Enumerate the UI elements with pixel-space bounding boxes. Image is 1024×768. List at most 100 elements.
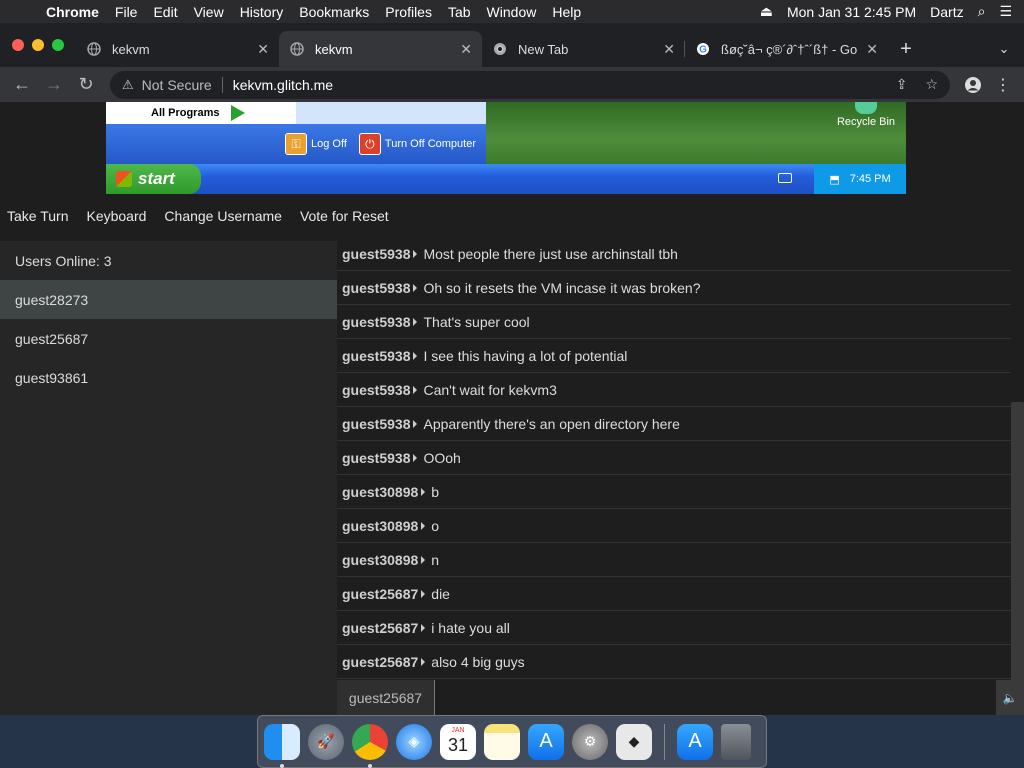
menu-bookmarks[interactable]: Bookmarks xyxy=(291,4,377,20)
close-window-button[interactable] xyxy=(12,39,24,51)
chat-text: n xyxy=(431,551,440,568)
chat-message: guest25687 also 4 big guys xyxy=(337,645,1011,679)
chat-text: b xyxy=(431,483,440,500)
profile-avatar-icon[interactable] xyxy=(958,71,988,99)
address-bar[interactable]: ⚠ Not Secure kekvm.glitch.me ⇪ ☆ xyxy=(110,70,950,99)
url-text[interactable]: kekvm.glitch.me xyxy=(233,77,333,93)
minimize-window-button[interactable] xyxy=(32,39,44,51)
back-arrow-icon[interactable]: ← xyxy=(6,71,38,99)
browser-tab[interactable]: G ßøç˘â¬ ç®´∂ˆ†ˆ´ß† - Go ✕ xyxy=(685,31,888,67)
vote-reset-button[interactable]: Vote for Reset xyxy=(300,208,389,230)
launchpad-icon[interactable]: 🚀 xyxy=(308,723,344,760)
change-username-button[interactable]: Change Username xyxy=(164,208,282,230)
chrome-app-icon[interactable] xyxy=(352,723,388,768)
chat-input[interactable] xyxy=(434,680,996,715)
security-label[interactable]: Not Secure xyxy=(142,77,212,93)
chat-message: guest30898 o xyxy=(337,509,1011,543)
caret-right-icon xyxy=(413,317,418,326)
menu-history[interactable]: History xyxy=(232,4,292,20)
forward-arrow-icon[interactable]: → xyxy=(38,71,70,99)
chat-username: guest5938 xyxy=(342,415,411,432)
reload-icon[interactable]: ↻ xyxy=(70,71,102,99)
tab-close-icon[interactable]: ✕ xyxy=(460,41,472,58)
menu-tab[interactable]: Tab xyxy=(440,4,479,20)
chat-username: guest5938 xyxy=(342,381,411,398)
share-icon[interactable]: ⇪ xyxy=(896,76,908,93)
menu-file[interactable]: File xyxy=(107,4,146,20)
control-center-icon[interactable]: ☰ xyxy=(999,3,1012,20)
tab-title: kekvm xyxy=(315,41,353,57)
keyboard-button[interactable]: Keyboard xyxy=(86,208,146,230)
spotlight-search-icon[interactable]: ⌕ xyxy=(978,3,986,20)
chat-text: Can't wait for kekvm3 xyxy=(423,381,557,398)
tab-strip: kekvm ✕ kekvm ✕ New Tab ✕ G ßøç˘â¬ ç®´∂ˆ… xyxy=(0,23,1024,67)
take-turn-button[interactable]: Take Turn xyxy=(7,208,68,230)
vm-start-menu: All Programs ⚿ Log Off ⏻ Turn Off Comput… xyxy=(106,102,486,164)
menu-profiles[interactable]: Profiles xyxy=(377,4,440,20)
more-menu-icon[interactable]: ⋮ xyxy=(988,71,1018,99)
menu-help[interactable]: Help xyxy=(544,4,589,20)
roblox-icon[interactable]: ◆ xyxy=(616,723,652,760)
recycle-bin-icon[interactable]: Recycle Bin xyxy=(836,102,896,128)
turn-off-label: Turn Off Computer xyxy=(384,138,476,150)
menubar-datetime[interactable]: Mon Jan 31 2:45 PM xyxy=(787,4,916,20)
menubar-user[interactable]: Dartz xyxy=(930,4,963,20)
menu-edit[interactable]: Edit xyxy=(145,4,185,20)
tab-close-icon[interactable]: ✕ xyxy=(663,41,675,58)
turn-off-button[interactable]: ⏻ Turn Off Computer xyxy=(358,133,476,155)
globe-icon xyxy=(289,41,305,57)
calendar-month: JAN xyxy=(451,727,465,734)
keyboard-icon[interactable] xyxy=(778,173,792,183)
browser-tab[interactable]: kekvm ✕ xyxy=(76,31,279,67)
chat-message: guest25687 i hate you all xyxy=(337,611,1011,645)
app-store-icon[interactable]: A xyxy=(528,723,564,760)
key-icon: ⚿ xyxy=(285,133,308,155)
caret-right-icon xyxy=(421,657,426,666)
caret-right-icon xyxy=(421,487,426,496)
all-programs-item[interactable]: All Programs xyxy=(106,102,296,124)
menu-app-name[interactable]: Chrome xyxy=(40,4,107,20)
eject-icon[interactable]: ⏏ xyxy=(760,3,773,20)
browser-tab-active[interactable]: kekvm ✕ xyxy=(279,31,482,67)
tab-close-icon[interactable]: ✕ xyxy=(257,41,269,58)
start-menu-footer: ⚿ Log Off ⏻ Turn Off Computer xyxy=(106,124,486,164)
tab-title: New Tab xyxy=(518,41,569,57)
chat-message: guest5938 Can't wait for kekvm3 xyxy=(337,373,1011,407)
finder-icon[interactable] xyxy=(264,723,300,768)
macos-menu-bar: Chrome File Edit View History Bookmarks … xyxy=(0,0,1024,23)
chat-username: guest25687 xyxy=(342,585,419,602)
bookmark-star-icon[interactable]: ☆ xyxy=(925,76,938,93)
vm-start-button[interactable]: start xyxy=(106,164,201,194)
user-list-item[interactable]: guest25687 xyxy=(0,319,337,358)
globe-icon xyxy=(86,41,102,57)
chat-username: guest30898 xyxy=(342,551,419,568)
notes-icon[interactable] xyxy=(484,723,520,760)
caret-right-icon xyxy=(421,623,426,632)
speaker-icon[interactable]: 🔈 xyxy=(996,680,1024,715)
system-preferences-icon[interactable]: ⚙ xyxy=(572,723,608,760)
tab-search-chevron-icon[interactable]: ⌄ xyxy=(984,31,1024,67)
app-store-downloads-icon[interactable]: A xyxy=(677,723,713,760)
chat-text: die xyxy=(431,585,450,602)
vm-screen[interactable]: Recycle Bin All Programs ⚿ Log Off ⏻ Tur… xyxy=(106,102,906,194)
browser-tab[interactable]: New Tab ✕ xyxy=(482,31,685,67)
menu-window[interactable]: Window xyxy=(479,4,545,20)
macos-dock: 🚀 ◈ JAN 31 A ⚙ ◆ A xyxy=(257,715,767,768)
network-icon[interactable]: ⬒ xyxy=(829,173,839,186)
start-menu-right-column xyxy=(296,102,486,124)
chat-message: guest5938 That's super cool xyxy=(337,305,1011,339)
new-tab-button[interactable]: + xyxy=(888,31,924,67)
calendar-icon[interactable]: JAN 31 xyxy=(440,723,476,760)
warning-triangle-icon[interactable]: ⚠ xyxy=(122,77,134,93)
safari-icon[interactable]: ◈ xyxy=(396,723,432,760)
tab-close-icon[interactable]: ✕ xyxy=(866,41,878,58)
log-off-button[interactable]: ⚿ Log Off xyxy=(285,133,347,155)
menu-view[interactable]: View xyxy=(186,4,232,20)
maximize-window-button[interactable] xyxy=(52,39,64,51)
chat-scrollbar[interactable] xyxy=(1011,402,1024,687)
kekvm-page: Recycle Bin All Programs ⚿ Log Off ⏻ Tur… xyxy=(0,102,1024,715)
user-list-item[interactable]: guest93861 xyxy=(0,358,337,397)
user-list-item[interactable]: guest28273 xyxy=(0,280,337,319)
vm-controls: Take Turn Keyboard Change Username Vote … xyxy=(0,208,389,230)
trash-icon[interactable] xyxy=(721,723,751,760)
